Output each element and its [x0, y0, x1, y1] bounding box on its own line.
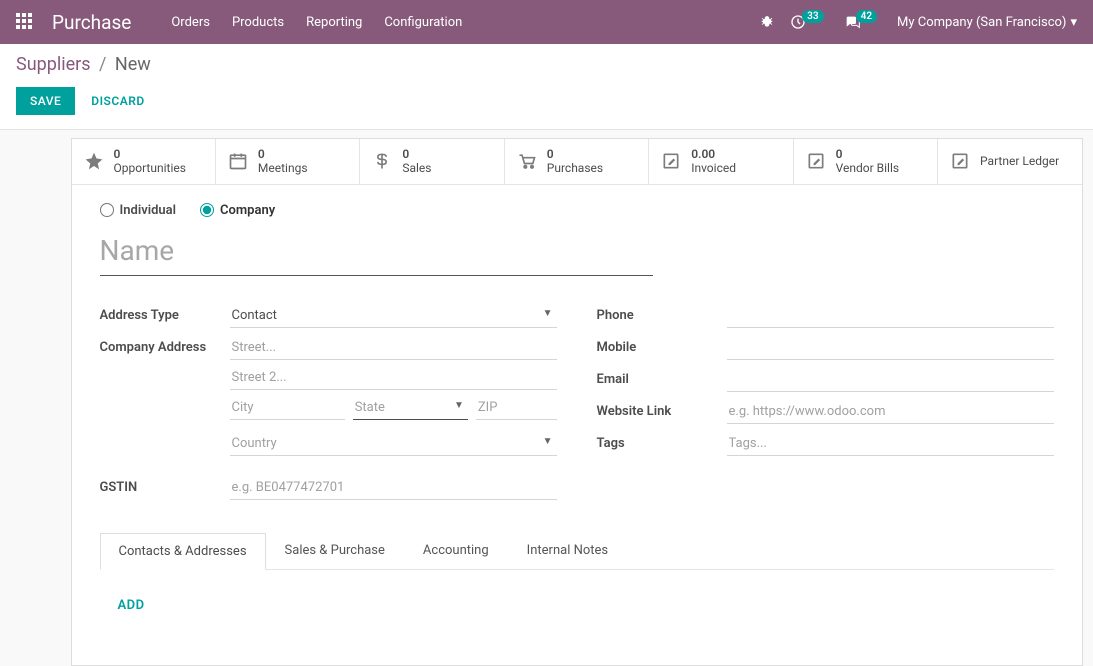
add-contact-button[interactable]: ADD [104, 588, 159, 623]
gstin-input[interactable] [230, 476, 557, 500]
stat-invoiced[interactable]: 0.00 Invoiced [649, 139, 793, 184]
tab-content: ADD [100, 570, 1054, 641]
stat-purchases[interactable]: 0 Purchases [505, 139, 649, 184]
company-type-radio: Individual Company [100, 203, 1054, 218]
stat-label: Partner Ledger [980, 154, 1059, 168]
email-input[interactable] [727, 368, 1054, 392]
menu-configuration[interactable]: Configuration [384, 15, 462, 30]
app-switcher-icon[interactable] [16, 13, 34, 31]
nav-right: 33 42 My Company (San Francisco) ▾ [760, 14, 1077, 30]
company-selector[interactable]: My Company (San Francisco) ▾ [897, 15, 1077, 30]
discard-button[interactable]: DISCARD [83, 87, 152, 115]
address-type-select[interactable]: Contact [230, 304, 557, 328]
stat-label: Meetings [258, 161, 308, 175]
radio-individual-label: Individual [120, 203, 177, 218]
radio-company-input[interactable] [200, 203, 214, 217]
cart-icon [517, 151, 537, 171]
stat-count: 0.00 [691, 147, 736, 161]
stat-vendor-bills[interactable]: 0 Vendor Bills [794, 139, 938, 184]
star-icon [84, 151, 104, 171]
form-sheet: 0 Opportunities 0 Meetings 0 [71, 138, 1083, 666]
stat-count: 0 [114, 147, 186, 161]
radio-individual[interactable]: Individual [100, 203, 177, 218]
stat-count: 0 [547, 147, 603, 161]
stat-opportunities[interactable]: 0 Opportunities [72, 139, 216, 184]
main-menu: Orders Products Reporting Configuration [171, 15, 462, 30]
stat-label: Purchases [547, 161, 603, 175]
save-button[interactable]: SAVE [16, 87, 75, 115]
website-input[interactable] [727, 400, 1054, 424]
form-left-column: Address Type Contact ▼ Company Address [100, 304, 557, 508]
label-address-type: Address Type [100, 304, 230, 323]
calendar-icon [228, 151, 248, 171]
zip-input[interactable] [476, 396, 557, 420]
dollar-icon [372, 151, 392, 171]
activity-count-badge: 33 [802, 10, 823, 23]
stat-label: Invoiced [691, 161, 736, 175]
street-input[interactable] [230, 336, 557, 360]
menu-products[interactable]: Products [232, 15, 284, 30]
tab-contacts-addresses[interactable]: Contacts & Addresses [100, 533, 266, 570]
form-body: Individual Company Address Type Contact [72, 185, 1082, 665]
tags-input[interactable] [727, 432, 1054, 456]
app-brand[interactable]: Purchase [52, 11, 131, 34]
stat-label: Vendor Bills [836, 161, 899, 175]
stat-count: 0 [258, 147, 308, 161]
phone-input[interactable] [727, 304, 1054, 328]
sheet-wrapper: 0 Opportunities 0 Meetings 0 [0, 130, 1093, 666]
form-tabs: Contacts & Addresses Sales & Purchase Ac… [100, 532, 1054, 570]
tab-sales-purchase[interactable]: Sales & Purchase [266, 532, 404, 569]
radio-company[interactable]: Company [200, 203, 275, 218]
discuss-icon[interactable]: 42 [844, 14, 881, 30]
stat-count: 0 [402, 147, 431, 161]
breadcrumb: Suppliers / New [16, 54, 1077, 75]
stat-label: Opportunities [114, 161, 186, 175]
state-select[interactable] [353, 396, 468, 420]
street2-input[interactable] [230, 366, 557, 390]
stat-button-row: 0 Opportunities 0 Meetings 0 [72, 139, 1082, 185]
form-right-column: Phone Mobile Email Website Link [597, 304, 1054, 508]
stat-count: 0 [836, 147, 899, 161]
top-nav: Purchase Orders Products Reporting Confi… [0, 0, 1093, 44]
stat-label: Sales [402, 161, 431, 175]
bug-icon[interactable] [760, 15, 774, 29]
chevron-down-icon: ▾ [1070, 15, 1077, 30]
field-grid: Address Type Contact ▼ Company Address [100, 304, 1054, 508]
action-buttons: SAVE DISCARD [16, 87, 1077, 115]
tab-internal-notes[interactable]: Internal Notes [508, 532, 627, 569]
breadcrumb-separator: / [99, 54, 106, 75]
label-email: Email [597, 368, 727, 387]
stat-partner-ledger[interactable]: Partner Ledger [938, 139, 1081, 184]
city-input[interactable] [230, 396, 345, 420]
control-panel: Suppliers / New SAVE DISCARD [0, 44, 1093, 130]
pencil-box-icon [661, 151, 681, 171]
activity-icon[interactable]: 33 [790, 14, 827, 30]
pencil-box-icon [806, 151, 826, 171]
tab-accounting[interactable]: Accounting [404, 532, 508, 569]
label-gstin: GSTIN [100, 476, 230, 495]
label-phone: Phone [597, 304, 727, 323]
label-tags: Tags [597, 432, 727, 451]
menu-reporting[interactable]: Reporting [306, 15, 362, 30]
label-mobile: Mobile [597, 336, 727, 355]
radio-company-label: Company [220, 203, 275, 218]
mobile-input[interactable] [727, 336, 1054, 360]
stat-meetings[interactable]: 0 Meetings [216, 139, 360, 184]
breadcrumb-current: New [115, 54, 151, 75]
label-company-address: Company Address [100, 336, 230, 355]
pencil-box-icon [950, 151, 970, 171]
country-select[interactable] [230, 432, 557, 456]
breadcrumb-parent[interactable]: Suppliers [16, 54, 91, 75]
company-name: My Company (San Francisco) [897, 15, 1066, 30]
messages-count-badge: 42 [856, 10, 877, 23]
radio-individual-input[interactable] [100, 203, 114, 217]
stat-sales[interactable]: 0 Sales [360, 139, 504, 184]
name-input[interactable] [100, 230, 653, 276]
label-website: Website Link [597, 400, 727, 419]
menu-orders[interactable]: Orders [171, 15, 210, 30]
